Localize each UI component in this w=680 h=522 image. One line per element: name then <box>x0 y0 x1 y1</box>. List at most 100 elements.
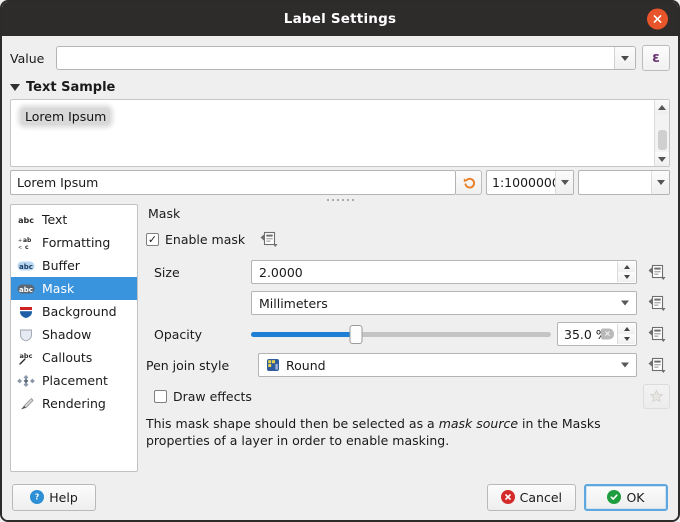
svg-text:+: + <box>18 238 22 244</box>
text-sample-preview-label: Lorem Ipsum <box>21 108 110 125</box>
sidebar-item-text[interactable]: abc Text <box>11 208 137 231</box>
scroll-thumb[interactable] <box>658 130 667 150</box>
grip-dot <box>332 199 334 201</box>
sidebar-item-rendering[interactable]: Rendering <box>11 392 137 415</box>
help-button[interactable]: ? Help <box>12 484 96 511</box>
close-icon[interactable] <box>647 9 668 30</box>
cancel-icon <box>501 490 515 504</box>
draw-effects-checkbox[interactable] <box>154 390 167 403</box>
chevron-down-glyph <box>621 56 629 61</box>
text-sample-canvas: Lorem Ipsum <box>11 100 654 166</box>
dd-override-glyph <box>648 264 667 281</box>
expression-builder-button[interactable]: ɛ <box>642 45 670 71</box>
sidebar-item-mask[interactable]: abc Mask <box>11 277 137 300</box>
star-glyph <box>649 389 664 404</box>
dd-override-glyph <box>260 231 279 248</box>
opacity-stepper[interactable] <box>617 324 635 344</box>
size-spinbox[interactable]: 2.0000 <box>251 260 637 284</box>
close-x-glyph <box>652 14 663 25</box>
help-button-label: Help <box>49 490 78 505</box>
stepper-up-icon[interactable] <box>618 324 635 334</box>
opacity-label: Opacity <box>146 327 251 342</box>
cancel-button[interactable]: Cancel <box>487 484 576 511</box>
chevron-down-icon <box>621 301 629 306</box>
scale-chevron-down-icon[interactable] <box>555 171 573 194</box>
enable-mask-checkbox[interactable]: ✓ <box>146 233 159 246</box>
footer-actions: Cancel OK <box>487 484 668 511</box>
sidebar-item-formatting[interactable]: + ab < c Formatting <box>11 231 137 254</box>
slider-handle[interactable] <box>350 325 363 344</box>
text-sample-input[interactable]: Lorem Ipsum <box>10 170 456 195</box>
units-value: Millimeters <box>259 296 328 311</box>
settings-sidebar[interactable]: abc Text + ab < c Formatting <box>10 204 138 472</box>
sidebar-item-label: Callouts <box>42 350 92 365</box>
window-title: Label Settings <box>284 11 396 27</box>
value-combo[interactable] <box>56 46 636 70</box>
data-defined-override-icon[interactable] <box>645 292 670 314</box>
data-defined-override-icon[interactable] <box>645 354 670 376</box>
main-split: abc Text + ab < c Formatting <box>10 204 670 472</box>
panel-title: Mask <box>148 206 670 221</box>
star-effects-icon[interactable] <box>643 384 670 409</box>
grip-dot <box>347 199 349 201</box>
grip-dot <box>352 199 354 201</box>
mask-description-part1: This mask shape should then be selected … <box>146 416 439 431</box>
panel-splitter[interactable] <box>10 195 670 204</box>
units-row: Millimeters <box>146 291 670 315</box>
label-settings-dialog: Label Settings Value ɛ Text Sample <box>0 0 680 522</box>
ok-button-label: OK <box>626 490 644 505</box>
shadow-shield-icon <box>17 327 35 343</box>
pen-join-style-combo[interactable]: Round <box>258 353 637 377</box>
scroll-up-icon[interactable] <box>655 100 669 114</box>
units-combo[interactable]: Millimeters <box>251 291 637 315</box>
text-sample-scrollbar[interactable] <box>654 100 669 166</box>
revert-arrow-icon[interactable] <box>456 170 482 195</box>
sidebar-item-shadow[interactable]: Shadow <box>11 323 137 346</box>
enable-mask-row: ✓ Enable mask <box>146 228 670 250</box>
sidebar-item-label: Placement <box>42 373 108 388</box>
size-stepper[interactable] <box>617 262 635 282</box>
svg-text:abc: abc <box>18 216 34 225</box>
sidebar-item-background[interactable]: Background <box>11 300 137 323</box>
scale-combo[interactable]: 1:1000000 <box>486 170 574 195</box>
triangle-down-glyph <box>657 180 665 185</box>
grip-dot <box>342 199 344 201</box>
grip-dot <box>327 199 329 201</box>
svg-text:ab: ab <box>23 237 32 244</box>
ok-button[interactable]: OK <box>584 484 668 511</box>
svg-text:abc: abc <box>20 352 33 360</box>
stepper-up-icon[interactable] <box>618 262 635 272</box>
callouts-icon: abc <box>17 350 35 366</box>
opacity-spinbox[interactable]: 35.0 % ✕ <box>557 322 637 346</box>
opacity-slider[interactable] <box>251 322 551 346</box>
text-sample-group-header[interactable]: Text Sample <box>10 80 670 95</box>
clear-icon[interactable]: ✕ <box>601 329 614 340</box>
sidebar-item-placement[interactable]: Placement <box>11 369 137 392</box>
scroll-down-icon[interactable] <box>655 152 669 166</box>
data-defined-override-icon[interactable] <box>645 323 670 345</box>
sidebar-item-label: Rendering <box>42 396 106 411</box>
size-row: Size 2.0000 <box>146 260 670 284</box>
join-style-glyph <box>266 358 280 372</box>
sample-extra-combo[interactable] <box>578 170 670 195</box>
draw-effects-label: Draw effects <box>173 389 252 404</box>
data-defined-override-icon[interactable] <box>257 228 282 250</box>
svg-text:<: < <box>18 245 22 250</box>
data-defined-override-icon[interactable] <box>645 261 670 283</box>
value-row: Value ɛ <box>10 36 670 71</box>
background-shield-icon <box>17 304 35 320</box>
extra-chevron-down-icon[interactable] <box>651 171 669 194</box>
stepper-down-icon[interactable] <box>618 272 635 282</box>
size-label: Size <box>146 265 251 280</box>
sidebar-item-label: Text <box>42 212 67 227</box>
grip-dot <box>337 199 339 201</box>
scale-value: 1:1000000 <box>492 175 560 190</box>
cancel-button-label: Cancel <box>520 490 562 505</box>
stepper-down-icon[interactable] <box>618 334 635 344</box>
draw-effects-row: Draw effects <box>146 384 670 409</box>
chevron-down-icon[interactable] <box>614 47 635 69</box>
sidebar-item-callouts[interactable]: abc Callouts <box>11 346 137 369</box>
chevron-down-icon <box>10 84 20 91</box>
sidebar-item-buffer[interactable]: abc Buffer <box>11 254 137 277</box>
mask-description-emphasis: mask source <box>439 416 518 431</box>
